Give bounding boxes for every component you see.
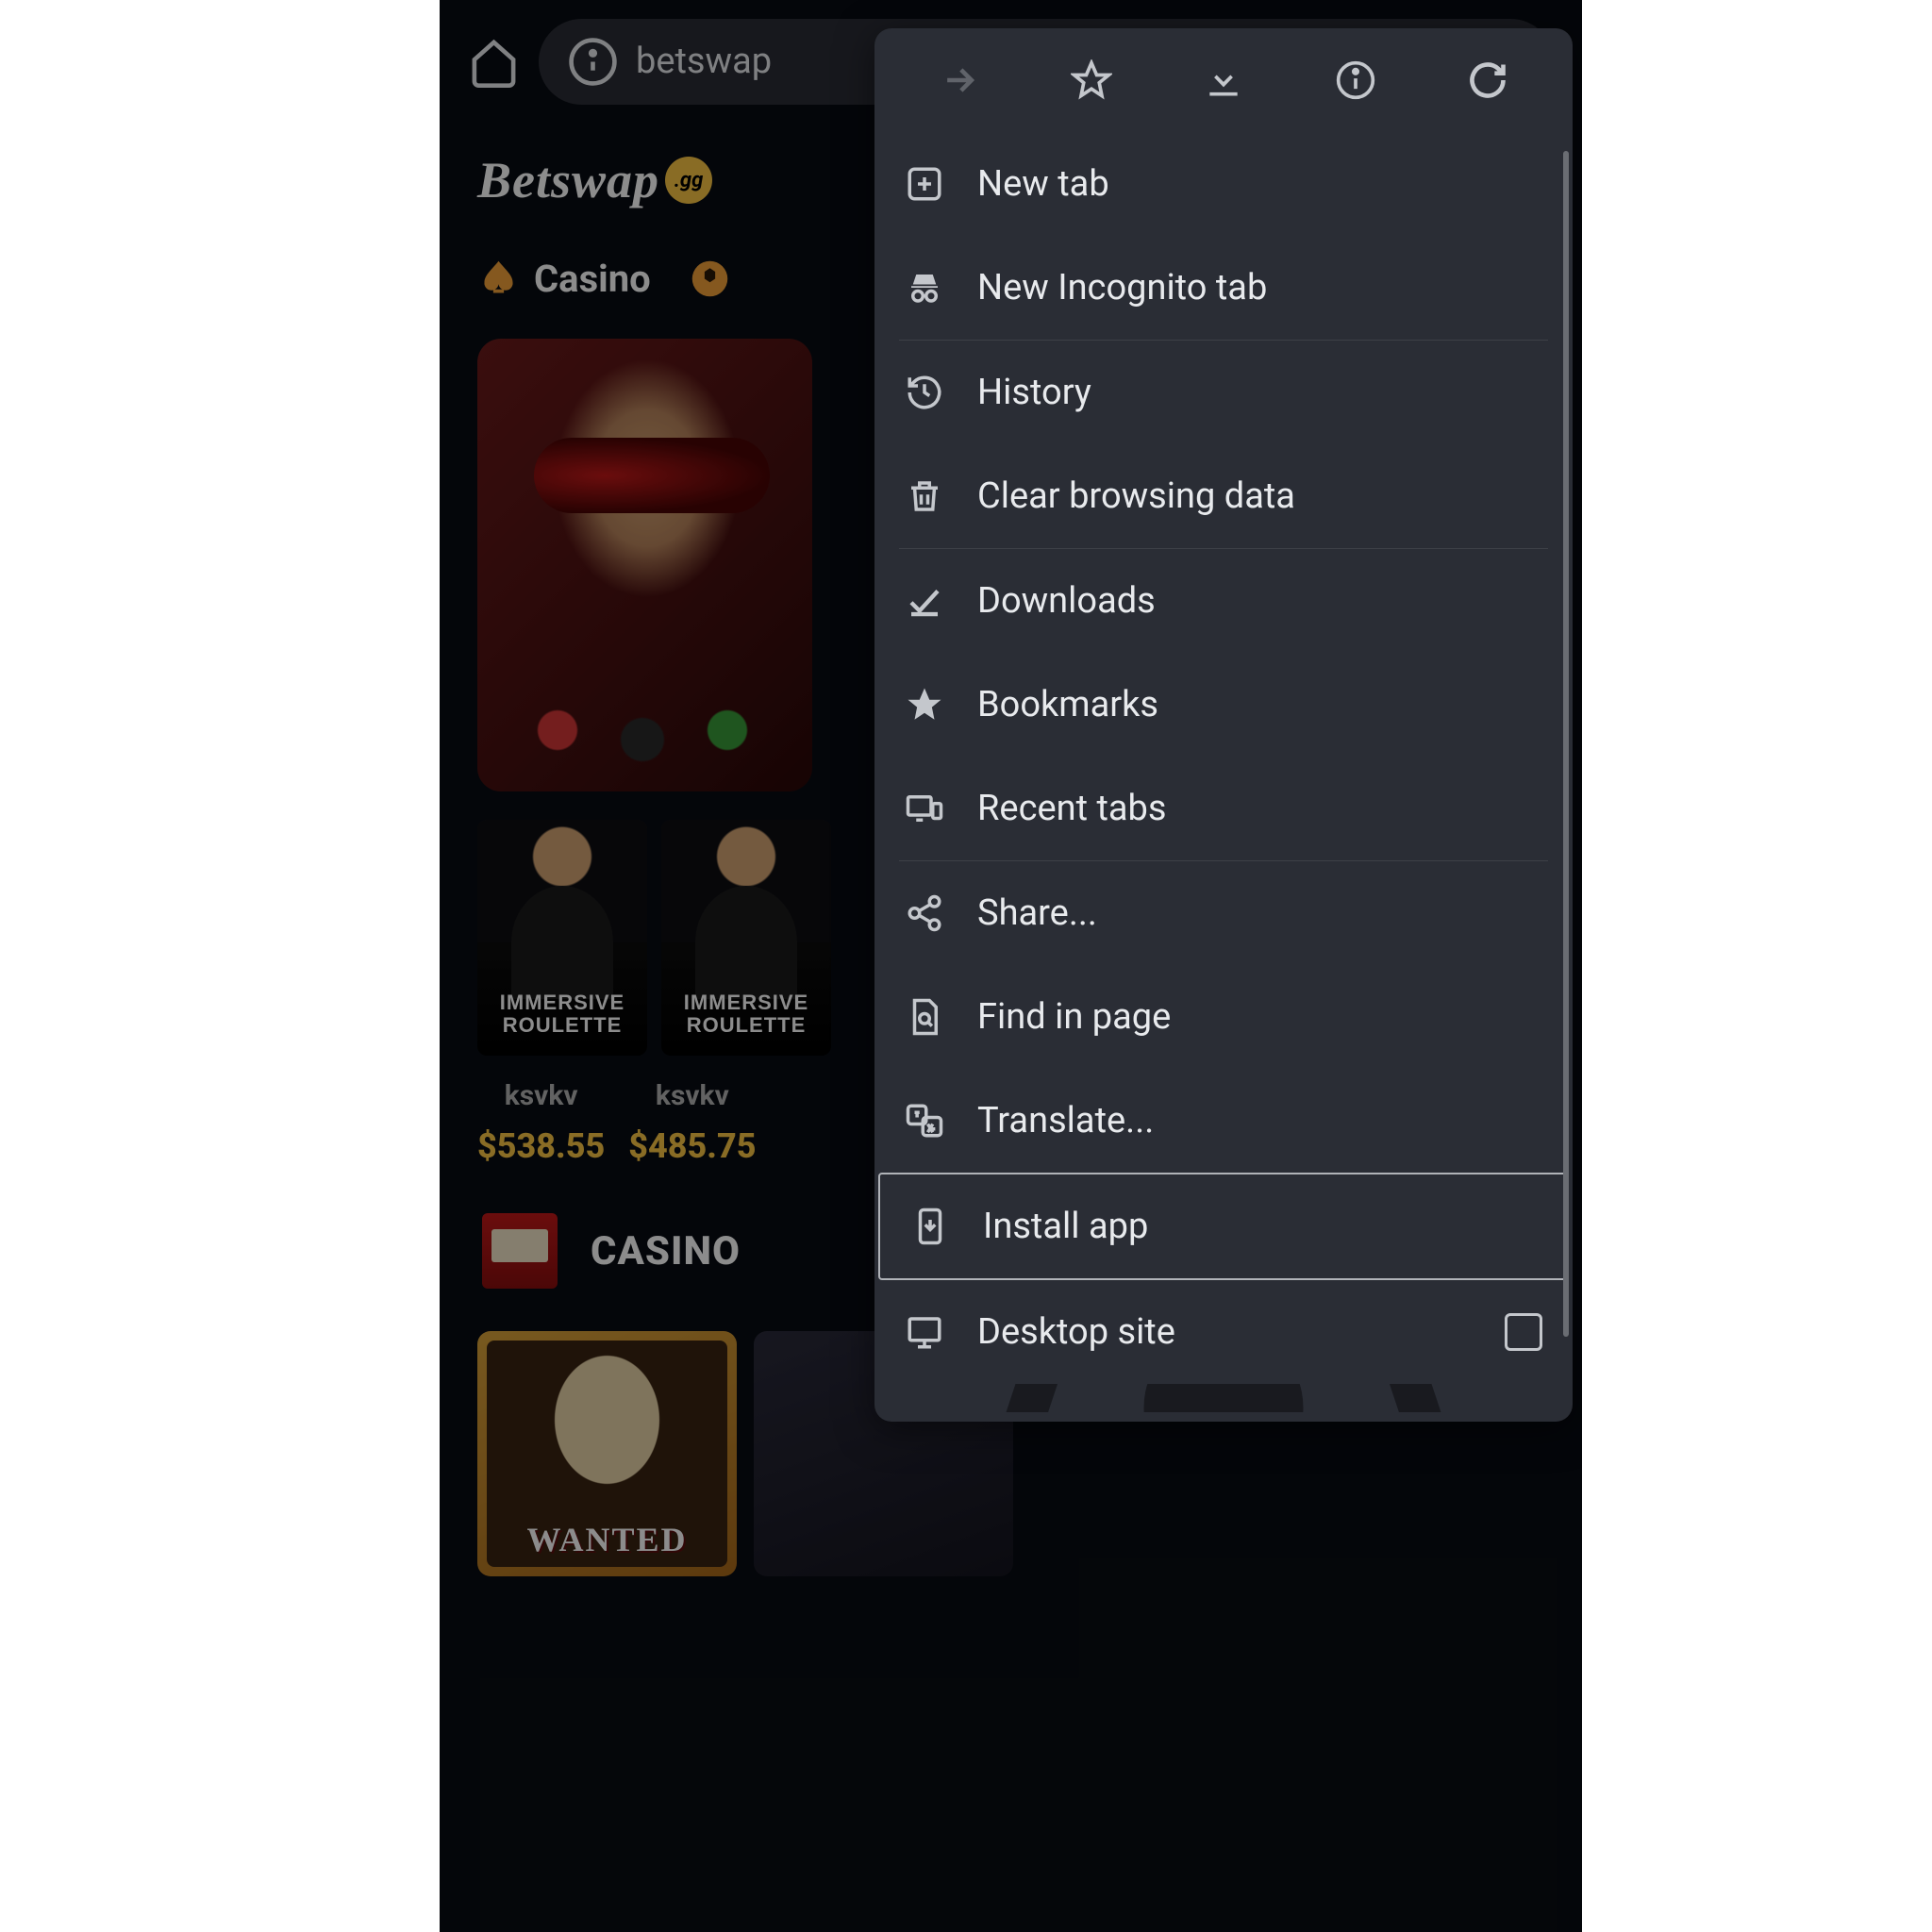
reload-icon[interactable]: [1467, 59, 1508, 101]
browser-overflow-menu: New tab New Incognito tab History Clear …: [874, 28, 1573, 1422]
find-page-icon: [905, 997, 944, 1037]
menu-action-row: [874, 28, 1573, 132]
forward-icon[interactable]: [939, 59, 980, 101]
menu-desktop-site[interactable]: Desktop site: [874, 1280, 1573, 1384]
incognito-icon: [905, 268, 944, 308]
menu-settings-peek[interactable]: [874, 1384, 1573, 1412]
menu-history[interactable]: History: [874, 341, 1573, 444]
share-icon: [905, 893, 944, 933]
menu-bookmarks[interactable]: Bookmarks: [874, 653, 1573, 757]
menu-scrollbar[interactable]: [1563, 151, 1569, 1337]
check-icon: [905, 581, 944, 621]
download-icon[interactable]: [1203, 59, 1244, 101]
info-icon[interactable]: [1335, 59, 1376, 101]
gear-icon: [905, 1384, 1542, 1412]
trash-icon: [905, 476, 944, 516]
menu-share[interactable]: Share...: [874, 861, 1573, 965]
plus-box-icon: [905, 164, 944, 204]
translate-icon: [905, 1101, 944, 1141]
install-app-icon: [910, 1207, 950, 1246]
menu-incognito[interactable]: New Incognito tab: [874, 236, 1573, 340]
menu-recent-tabs[interactable]: Recent tabs: [874, 757, 1573, 860]
desktop-icon: [905, 1312, 944, 1352]
star-filled-icon: [905, 685, 944, 724]
desktop-site-checkbox[interactable]: [1505, 1313, 1542, 1351]
devices-icon: [905, 789, 944, 828]
history-icon: [905, 373, 944, 412]
star-icon[interactable]: [1071, 59, 1112, 101]
menu-downloads[interactable]: Downloads: [874, 549, 1573, 653]
menu-clear-data[interactable]: Clear browsing data: [874, 444, 1573, 548]
menu-new-tab[interactable]: New tab: [874, 132, 1573, 236]
menu-translate[interactable]: Translate...: [874, 1069, 1573, 1173]
menu-install-app[interactable]: Install app: [878, 1173, 1569, 1280]
menu-find-in-page[interactable]: Find in page: [874, 965, 1573, 1069]
